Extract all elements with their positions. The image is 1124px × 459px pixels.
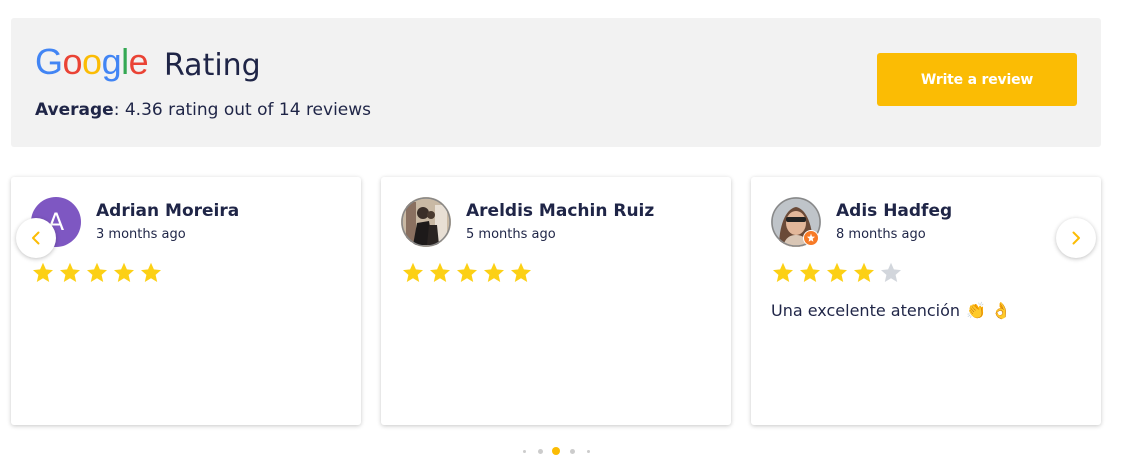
star-rating bbox=[31, 261, 163, 287]
star-filled-icon bbox=[33, 262, 53, 282]
review-text: Una excelente atención 👏 👌 bbox=[771, 301, 1011, 320]
chevron-right-icon bbox=[1072, 231, 1080, 245]
star-filled-icon bbox=[854, 262, 874, 282]
rating-summary-panel: Google Rating Average: 4.36 rating out o… bbox=[11, 18, 1101, 147]
review-time: 3 months ago bbox=[96, 227, 186, 242]
review-card: Areldis Machin Ruiz 5 months ago bbox=[381, 177, 731, 425]
pagination-dot[interactable] bbox=[586, 449, 590, 453]
star-filled-icon bbox=[773, 262, 793, 282]
star-filled-icon bbox=[827, 262, 847, 282]
avatar-photo bbox=[401, 197, 451, 247]
review-time: 5 months ago bbox=[466, 227, 556, 242]
pagination-dot[interactable] bbox=[522, 449, 526, 453]
review-text-body: Una excelente atención bbox=[771, 301, 960, 320]
star-filled-icon bbox=[800, 262, 820, 282]
review-card: Adis Hadfeg 8 months ago Una excelente a… bbox=[751, 177, 1101, 425]
star-filled-icon bbox=[114, 262, 134, 282]
star-rating bbox=[771, 261, 903, 287]
rating-title: Rating bbox=[164, 48, 261, 83]
carousel-next-button[interactable] bbox=[1056, 218, 1096, 258]
pagination-dot[interactable] bbox=[569, 448, 575, 454]
reviewer-name: Adrian Moreira bbox=[96, 201, 240, 221]
star-filled-icon bbox=[87, 262, 107, 282]
star-filled-icon bbox=[430, 262, 450, 282]
carousel-pagination bbox=[0, 445, 1124, 457]
pagination-dot-active[interactable] bbox=[552, 447, 560, 455]
local-guide-badge-icon bbox=[803, 230, 819, 246]
pagination-dot[interactable] bbox=[537, 448, 543, 454]
chevron-left-icon bbox=[32, 231, 40, 245]
carousel-prev-button[interactable] bbox=[16, 218, 56, 258]
star-filled-icon bbox=[457, 262, 477, 282]
average-label: Average bbox=[35, 100, 114, 120]
star-empty-icon bbox=[881, 262, 901, 282]
star-filled-icon bbox=[511, 262, 531, 282]
average-rating-summary: Average: 4.36 rating out of 14 reviews bbox=[35, 99, 371, 121]
write-review-button[interactable]: Write a review bbox=[877, 53, 1077, 106]
clapping-hands-ok-hand-emoji-icon: 👏 👌 bbox=[966, 301, 1011, 320]
review-time: 8 months ago bbox=[836, 227, 926, 242]
avatar bbox=[401, 197, 451, 247]
review-card: A Adrian Moreira 3 months ago bbox=[11, 177, 361, 425]
star-filled-icon bbox=[141, 262, 161, 282]
average-value-text: : 4.36 rating out of 14 reviews bbox=[113, 100, 372, 120]
reviewer-name: Areldis Machin Ruiz bbox=[466, 201, 655, 221]
star-filled-icon bbox=[60, 262, 80, 282]
reviewer-name: Adis Hadfeg bbox=[836, 201, 953, 221]
google-logo: Google bbox=[35, 41, 149, 82]
star-rating bbox=[401, 261, 533, 287]
star-filled-icon bbox=[403, 262, 423, 282]
star-filled-icon bbox=[484, 262, 504, 282]
